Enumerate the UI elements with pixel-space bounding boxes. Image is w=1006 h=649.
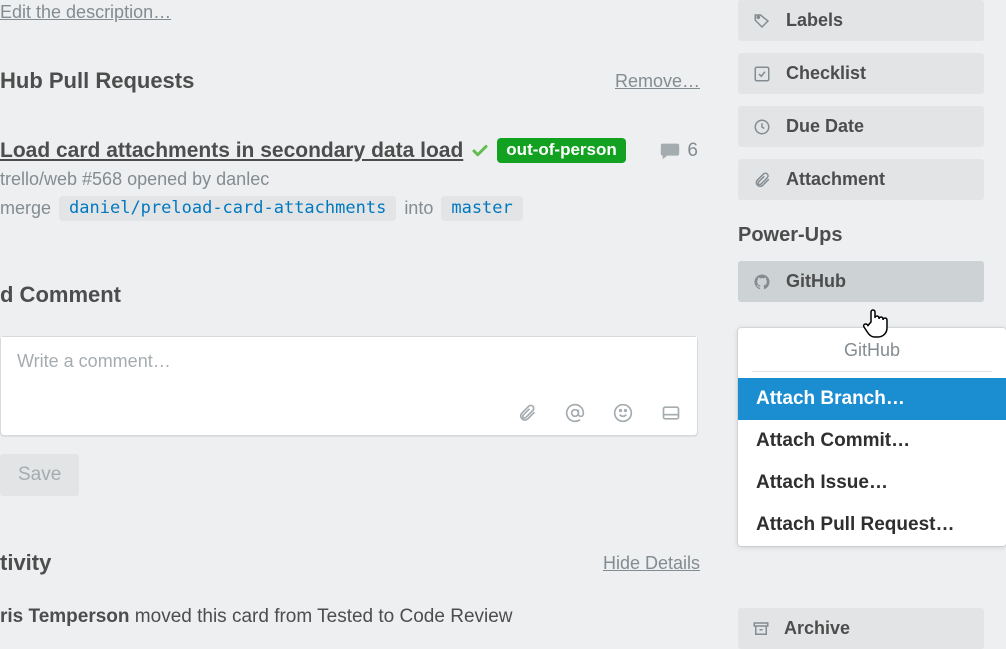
- attachment-icon[interactable]: [517, 403, 537, 423]
- pr-item: Load card attachments in secondary data …: [0, 138, 700, 163]
- check-icon: [471, 142, 489, 160]
- activity-text: moved this card from Tested to Code Revi…: [130, 606, 513, 627]
- archive-icon: [752, 620, 770, 638]
- tag-icon: [752, 12, 772, 30]
- sidebar-item-label: Checklist: [786, 63, 866, 84]
- powerups-title: Power-Ups: [738, 224, 984, 247]
- activity-user: ris Temperson: [0, 606, 130, 627]
- sidebar-attachment-button[interactable]: Attachment: [738, 159, 984, 200]
- popover-item-attach-branch[interactable]: Attach Branch…: [738, 378, 1006, 420]
- comment-toolbar: [517, 403, 681, 423]
- clock-icon: [752, 118, 772, 136]
- emoji-icon[interactable]: [613, 403, 633, 423]
- mention-icon[interactable]: [565, 403, 585, 423]
- sidebar-github-button[interactable]: GitHub: [738, 261, 984, 302]
- pr-merge-line: merge daniel/preload-card-attachments in…: [0, 196, 700, 221]
- into-label: into: [404, 198, 433, 219]
- comment-icon: [659, 140, 681, 162]
- popover-item-attach-issue[interactable]: Attach Issue…: [738, 462, 1006, 504]
- status-badge: out-of-person: [497, 138, 625, 163]
- sidebar-labels-button[interactable]: Labels: [738, 0, 984, 41]
- branch-from[interactable]: daniel/preload-card-attachments: [59, 196, 396, 221]
- comment-box: [0, 336, 698, 436]
- sidebar-item-label: GitHub: [786, 271, 846, 292]
- sidebar-archive-button[interactable]: Archive: [738, 608, 984, 649]
- comment-number: 6: [687, 140, 698, 162]
- sidebar-item-label: Archive: [784, 618, 850, 639]
- activity-entry: ris Temperson moved this card from Teste…: [0, 606, 700, 628]
- mouse-cursor: [862, 306, 892, 340]
- card-sidebar: Labels Checklist Due Date Attachment Pow…: [738, 0, 984, 314]
- merge-label: merge: [0, 198, 51, 219]
- card-icon[interactable]: [661, 403, 681, 423]
- activity-title: tivity: [0, 550, 51, 576]
- paperclip-icon: [752, 171, 772, 189]
- popover-item-attach-commit[interactable]: Attach Commit…: [738, 420, 1006, 462]
- pr-title-link[interactable]: Load card attachments in secondary data …: [0, 139, 463, 163]
- sidebar-item-label: Labels: [786, 10, 843, 31]
- activity-section: tivity Hide Details ris Temperson moved …: [0, 550, 700, 628]
- comment-input[interactable]: [1, 337, 697, 386]
- remove-link[interactable]: Remove…: [615, 71, 700, 92]
- github-popover: GitHub Attach Branch… Attach Commit… Att…: [738, 328, 1006, 546]
- section-title: Hub Pull Requests: [0, 68, 194, 94]
- pull-requests-section: Hub Pull Requests Remove… Load card atta…: [0, 68, 700, 221]
- sidebar-due-date-button[interactable]: Due Date: [738, 106, 984, 147]
- sidebar-item-label: Due Date: [786, 116, 864, 137]
- edit-description-link[interactable]: Edit the description…: [0, 2, 171, 23]
- save-comment-button[interactable]: Save: [0, 454, 79, 496]
- add-comment-section: d Comment Save: [0, 282, 700, 496]
- sidebar-item-label: Attachment: [786, 169, 885, 190]
- hide-details-link[interactable]: Hide Details: [603, 553, 700, 574]
- popover-item-attach-pull-request[interactable]: Attach Pull Request…: [738, 504, 1006, 546]
- section-header: Hub Pull Requests Remove…: [0, 68, 700, 94]
- checklist-icon: [752, 65, 772, 83]
- github-icon: [752, 273, 772, 291]
- sidebar-checklist-button[interactable]: Checklist: [738, 53, 984, 94]
- comments-count[interactable]: 6: [659, 140, 698, 162]
- pr-repo-line: trello/web #568 opened by danlec: [0, 169, 700, 190]
- branch-to[interactable]: master: [441, 196, 522, 221]
- add-comment-title: d Comment: [0, 282, 700, 308]
